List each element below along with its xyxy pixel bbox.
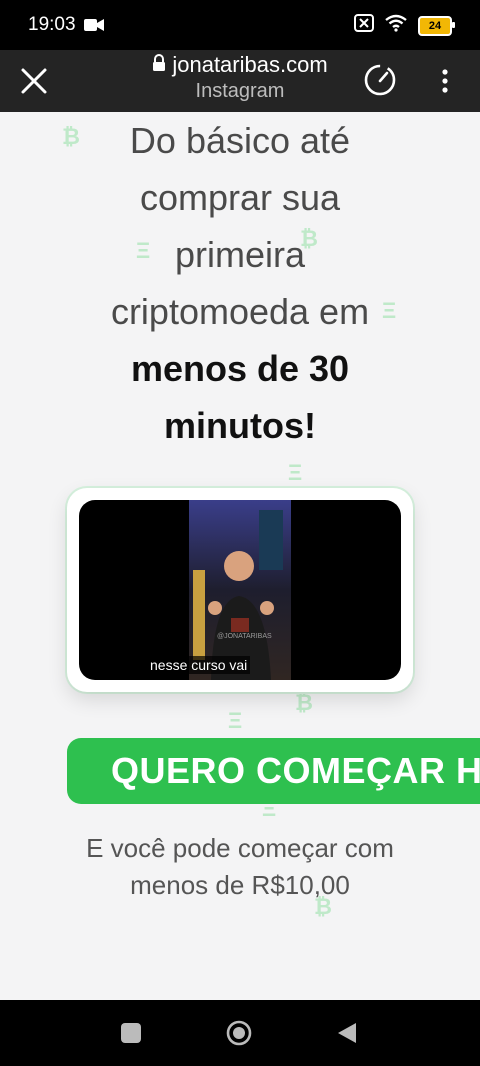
url-text: jonataribas.com [172, 52, 328, 77]
speed-icon [364, 64, 396, 96]
headline-bold-line: menos de 30 [130, 348, 350, 389]
subtext: E você pode começar com menos de R$10,00 [40, 830, 440, 904]
video-player[interactable]: @JONATARIBAS nesse curso vai [79, 500, 401, 680]
presenter-image [189, 500, 291, 680]
status-time: 19:03 [28, 14, 76, 35]
sim-off-icon [354, 14, 374, 37]
headline-line: Do básico até [129, 120, 351, 161]
video-card: @JONATARIBAS nesse curso vai [67, 488, 413, 692]
battery-level: 24 [428, 19, 442, 32]
cta-button[interactable]: QUERO COMEÇAR HOJE [67, 738, 480, 804]
battery-icon: 24 [418, 15, 455, 36]
video-watermark: @JONATARIBAS [217, 633, 272, 640]
status-bar: 19:03 24 [0, 0, 480, 50]
video-caption: nesse curso vai [147, 656, 251, 674]
recents-square-icon[interactable] [121, 1023, 141, 1043]
status-icons: 24 [354, 14, 455, 37]
url-display: jonataribas.com [100, 52, 380, 78]
page-content: ₿ ₿ Ξ Ξ Ξ ₿ Ξ Ξ ₿ Do básico até comprar … [0, 112, 480, 1000]
subtext-line: menos de R$10,00 [130, 870, 350, 900]
subtext-line: E você pode começar com [86, 833, 394, 863]
ethereum-deco-icon: Ξ [288, 460, 303, 485]
source-label: Instagram [195, 80, 285, 102]
browser-toolbar: jonataribas.com Instagram [0, 50, 480, 112]
ethereum-deco-icon: Ξ [228, 708, 243, 733]
headline-line: comprar sua [139, 177, 341, 218]
video-frame: @JONATARIBAS [189, 500, 291, 680]
more-vertical-icon [442, 69, 448, 93]
system-nav-bar [0, 1000, 480, 1066]
speed-button[interactable] [362, 62, 398, 98]
headline-line: criptomoeda em [110, 291, 370, 332]
video-camera-icon [84, 18, 104, 37]
headline-bold-line: minutos! [164, 405, 316, 446]
cta-label: QUERO COMEÇAR HOJE [111, 750, 480, 791]
close-button[interactable] [18, 65, 50, 97]
home-circle-icon[interactable] [226, 1020, 252, 1046]
headline-line: primeira [174, 234, 306, 275]
back-triangle-icon[interactable] [336, 1022, 358, 1044]
more-options-button[interactable] [430, 64, 460, 98]
address-area[interactable]: jonataribas.com Instagram [100, 52, 380, 103]
close-icon [21, 68, 47, 94]
wifi-icon [384, 14, 408, 37]
hero-headline: Do básico até comprar sua primeira cript… [40, 112, 440, 454]
lock-icon [152, 52, 166, 78]
bitcoin-deco-icon: ₿ [295, 690, 313, 715]
